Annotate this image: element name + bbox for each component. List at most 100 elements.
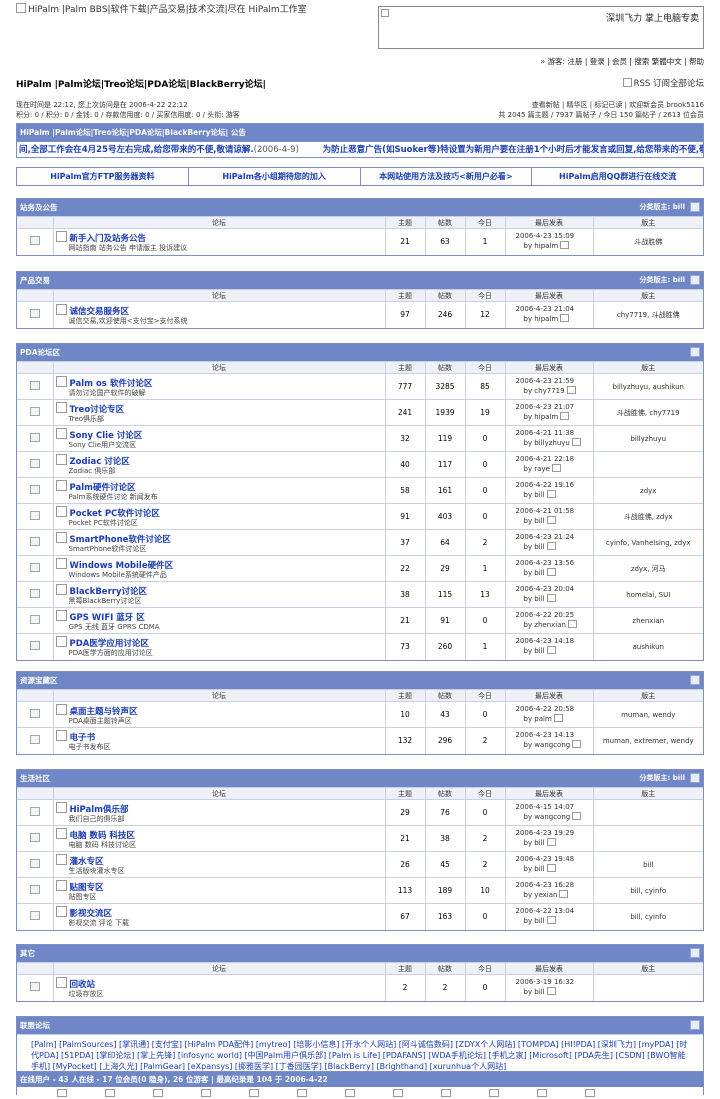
last-post-date[interactable]: 2006-4-22 20:25 xyxy=(516,611,593,620)
forum-link[interactable]: HiPalm俱乐部 xyxy=(56,802,385,815)
forum-link[interactable]: Treo讨论专区 xyxy=(56,402,385,415)
forum-link[interactable]: 灌水专区 xyxy=(56,854,385,867)
last-post-date[interactable]: 2006-4-21 01:58 xyxy=(516,507,593,516)
forum-link[interactable]: 贴图专区 xyxy=(56,880,385,893)
moderators[interactable]: zdyx, 河马 xyxy=(593,555,703,582)
goto-last-icon[interactable] xyxy=(559,890,569,898)
last-post-date[interactable]: 2006-4-23 21:07 xyxy=(516,403,593,412)
forum-link[interactable]: SmartPhone软件讨论区 xyxy=(56,532,385,545)
moderators[interactable]: bill, cyinfo xyxy=(593,877,703,904)
goto-last-icon[interactable] xyxy=(546,594,556,602)
goto-last-icon[interactable] xyxy=(560,241,570,250)
forum-link[interactable]: Palm硬件讨论区 xyxy=(56,480,385,493)
last-post-date[interactable]: 2006-4-22 19:16 xyxy=(516,481,593,490)
section-title[interactable]: 产品交易 xyxy=(20,276,50,285)
moderators[interactable]: aushikun xyxy=(593,633,703,660)
forum-link[interactable]: Sony Clie 讨论区 xyxy=(56,428,385,441)
last-post-date[interactable]: 2006-4-23 21:24 xyxy=(516,533,593,542)
forum-link[interactable]: 回收站 xyxy=(56,977,385,990)
section-title[interactable]: PDA论坛区 xyxy=(20,348,60,357)
last-post-author[interactable]: by hipalm xyxy=(524,413,559,421)
link-groups[interactable]: HiPalm各小组期待您的加入 xyxy=(189,168,361,185)
section-title[interactable]: 生活社区 xyxy=(20,774,50,783)
last-post-author[interactable]: by bill xyxy=(524,569,545,577)
goto-last-icon[interactable] xyxy=(546,864,556,872)
goto-last-icon[interactable] xyxy=(546,838,556,846)
goto-last-icon[interactable] xyxy=(560,314,570,323)
moderators[interactable]: billyzhuyu, aushikun xyxy=(593,373,703,400)
last-post-author[interactable]: by bill xyxy=(524,595,545,603)
section-title[interactable]: 站务及公告 xyxy=(20,203,58,212)
moderators[interactable]: bill, cyinfo xyxy=(593,903,703,930)
moderators[interactable]: billyzhuyu xyxy=(593,425,703,452)
last-post-author[interactable]: by wangcong xyxy=(524,813,571,821)
ad-banner[interactable]: 深圳飞力 掌上电脑专卖 xyxy=(378,6,704,49)
moderators[interactable] xyxy=(593,825,703,852)
link-qq[interactable]: HiPalm启用QQ群进行在线交流 xyxy=(532,168,703,185)
last-post-author[interactable]: by raye xyxy=(524,465,550,473)
last-post-date[interactable]: 2006-4-21 22:18 xyxy=(516,455,593,464)
forum-link[interactable]: 新手入门及站务公告 xyxy=(56,231,385,244)
moderators[interactable]: zdyx xyxy=(593,477,703,504)
last-post-date[interactable]: 2006-4-23 16:28 xyxy=(516,881,593,890)
forum-link[interactable]: 桌面主题与铃声区 xyxy=(56,704,385,717)
last-post-date[interactable]: 2006-4-23 19:48 xyxy=(516,855,593,864)
collapse-icon[interactable] xyxy=(690,1020,700,1030)
moderators[interactable] xyxy=(593,451,703,478)
last-post-author[interactable]: by zhenxian xyxy=(524,621,566,629)
online-header[interactable]: 在线用户 - 43 人在线 - 17 位会员(0 隐身), 26 位游客 | 最… xyxy=(17,1072,703,1087)
collapse-icon[interactable] xyxy=(690,275,700,285)
moderators[interactable]: muman, extremer, wendy xyxy=(593,727,703,754)
goto-last-icon[interactable] xyxy=(546,987,556,996)
section-title[interactable]: 其它 xyxy=(20,949,35,958)
forum-link[interactable]: Palm os 软件讨论区 xyxy=(56,376,385,389)
last-post-author[interactable]: by bill xyxy=(524,988,545,996)
last-post-date[interactable]: 2006-4-23 14:18 xyxy=(516,637,593,646)
site-logo[interactable]: HiPalm |Palm BBS|软件下载|产品交易|技术交流|尽在 HiPal… xyxy=(16,2,307,15)
goto-last-icon[interactable] xyxy=(567,620,577,628)
collapse-icon[interactable] xyxy=(690,675,700,685)
goto-last-icon[interactable] xyxy=(546,516,556,524)
forum-link[interactable]: Pocket PC软件讨论区 xyxy=(56,506,385,519)
section-moderator[interactable]: 分类版主: bill xyxy=(640,272,685,289)
last-post-author[interactable]: by bill xyxy=(524,647,545,655)
last-post-author[interactable]: by palm xyxy=(524,715,552,723)
last-post-author[interactable]: by bill xyxy=(524,917,545,925)
last-post-date[interactable]: 2006-4-22 13:04 xyxy=(516,907,593,916)
last-post-author[interactable]: by yexian xyxy=(524,891,558,899)
last-post-author[interactable]: by chy7719 xyxy=(524,387,565,395)
last-post-date[interactable]: 2006-4-23 13:56 xyxy=(516,559,593,568)
forum-link[interactable]: GPS WIFI 蓝牙 区 xyxy=(56,610,385,623)
site-stats[interactable]: 查看新帖 | 精华区 | 标记已读 | 欢迎新会员 brook5116 共 204… xyxy=(498,100,704,120)
collapse-icon[interactable] xyxy=(690,347,700,357)
last-post-author[interactable]: by wangcong xyxy=(524,741,571,749)
section-title[interactable]: 资源宝藏区 xyxy=(20,676,58,685)
goto-last-icon[interactable] xyxy=(546,646,556,655)
last-post-date[interactable]: 2006-4-23 21:59 xyxy=(516,377,593,386)
moderators[interactable]: bill xyxy=(593,851,703,878)
section-moderator[interactable]: 分类版主: bill xyxy=(640,770,685,787)
moderators[interactable]: zhenxian xyxy=(593,607,703,634)
link-guide[interactable]: 本网站使用方法及技巧<新用户必看> xyxy=(361,168,533,185)
goto-last-icon[interactable] xyxy=(572,812,582,820)
last-post-date[interactable]: 2006-4-23 21:04 xyxy=(516,305,593,314)
last-post-author[interactable]: by bill xyxy=(524,839,545,847)
goto-last-icon[interactable] xyxy=(566,386,576,394)
last-post-author[interactable]: by bill xyxy=(524,543,545,551)
goto-last-icon[interactable] xyxy=(546,568,556,576)
moderators[interactable]: 斗战胜佛, chy7719 xyxy=(593,399,703,426)
goto-last-icon[interactable] xyxy=(546,542,556,550)
last-post-date[interactable]: 2006-4-23 20:04 xyxy=(516,585,593,594)
announcement-marquee[interactable]: 间,全部工作会在4月25号左右完成,给您带来的不便,敬请谅解.(2006-4-9… xyxy=(17,141,703,157)
last-post-date[interactable]: 2006-3-19 16:32 xyxy=(516,978,593,987)
goto-last-icon[interactable] xyxy=(572,740,582,749)
last-post-date[interactable]: 2006-4-15 14:07 xyxy=(516,803,593,812)
forum-link[interactable]: Zodiac 讨论区 xyxy=(56,454,385,467)
last-post-author[interactable]: by bill xyxy=(524,865,545,873)
last-post-author[interactable]: by bill xyxy=(524,491,545,499)
goto-last-icon[interactable] xyxy=(560,412,570,420)
last-post-date[interactable]: 2006-4-22 20:58 xyxy=(516,705,593,714)
forum-link[interactable]: 诚信交易服务区 xyxy=(56,304,385,317)
user-menu[interactable]: » 游客: 注册 | 登录 | 会员 | 搜索 繁體中文 | 帮助 xyxy=(541,56,704,67)
last-post-author[interactable]: by hipalm xyxy=(524,242,559,250)
